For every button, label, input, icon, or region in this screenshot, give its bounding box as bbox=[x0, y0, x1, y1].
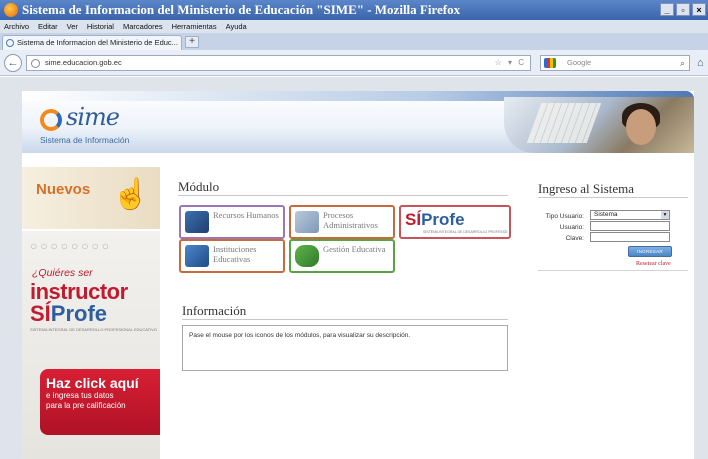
menu-editar[interactable]: Editar bbox=[38, 22, 58, 31]
cta-line3: para la pre calificación bbox=[46, 401, 126, 410]
maximize-button[interactable]: ▫ bbox=[676, 3, 690, 16]
resetear-clave-link[interactable]: Resetear clave bbox=[636, 261, 671, 267]
siprofe-promo: ○○○○○○○○ ¿Quiéres ser instructor SÍProfe… bbox=[22, 231, 160, 459]
menu-marcadores[interactable]: Marcadores bbox=[123, 22, 163, 31]
window-title: Sistema de Informacion del Ministerio de… bbox=[22, 2, 461, 17]
menu-archivo[interactable]: Archivo bbox=[4, 22, 29, 31]
notebook-image bbox=[526, 103, 602, 143]
siprofe-module-logo: SÍProfe bbox=[405, 210, 465, 230]
informacion-heading: Información bbox=[182, 303, 247, 318]
back-button[interactable]: ← bbox=[4, 54, 22, 72]
window-titlebar: Sistema de Informacion del Ministerio de… bbox=[0, 0, 708, 20]
menu-bar: Archivo Editar Ver Historial Marcadores … bbox=[0, 20, 708, 33]
clave-label: Clave: bbox=[565, 235, 584, 242]
logo-circle-icon bbox=[40, 109, 62, 131]
module-instituciones-educativas[interactable]: Instituciones Educativas bbox=[179, 239, 285, 273]
ingresar-button[interactable]: INGRESAR bbox=[628, 246, 672, 257]
page-viewport: sime Sistema de Información Nuevos ☝ ○○○… bbox=[0, 77, 708, 459]
url-bar[interactable]: sime.educacion.gob.ec ☆ ▾ C bbox=[26, 55, 531, 71]
people-icon bbox=[185, 211, 209, 233]
tab-bar: Sistema de Informacion del Ministerio de… bbox=[0, 33, 708, 50]
tipo-usuario-select[interactable]: Sistema ▼ bbox=[590, 210, 670, 220]
siprofe-profe: Profe bbox=[50, 301, 108, 326]
module-procesos-administrativos[interactable]: Procesos Administrativos bbox=[289, 205, 395, 239]
login-divider bbox=[538, 197, 688, 198]
nuevos-banner[interactable]: Nuevos ☝ bbox=[22, 167, 160, 229]
search-icon[interactable]: ⌕ bbox=[680, 56, 685, 70]
puzzle-icon bbox=[295, 245, 319, 267]
menu-ayuda[interactable]: Ayuda bbox=[226, 22, 247, 31]
tab-label: Sistema de Informacion del Ministerio de… bbox=[17, 38, 178, 47]
module-recursos-humanos[interactable]: Recursos Humanos bbox=[179, 205, 285, 239]
navigation-bar: ← sime.educacion.gob.ec ☆ ▾ C Google ⌕ ⌂ bbox=[0, 50, 708, 76]
firefox-icon bbox=[4, 3, 18, 17]
cta-line2: e ingresa tus datos bbox=[46, 391, 114, 400]
globe-icon bbox=[31, 59, 40, 68]
google-icon[interactable] bbox=[544, 58, 556, 68]
module-gestion-educativa[interactable]: Gestión Educativa bbox=[289, 239, 395, 273]
module-label: Gestión Educativa bbox=[323, 244, 386, 254]
siprofe-profe: Profe bbox=[421, 210, 465, 229]
tipo-usuario-value: Sistema bbox=[594, 211, 618, 218]
module-label: Recursos Humanos bbox=[213, 210, 279, 220]
minimize-button[interactable]: _ bbox=[660, 3, 674, 16]
building-icon bbox=[185, 245, 209, 267]
window-controls: _ ▫ × bbox=[660, 3, 706, 16]
module-label: Procesos Administrativos bbox=[323, 210, 378, 230]
clave-input[interactable] bbox=[590, 232, 670, 242]
search-placeholder: Google bbox=[567, 58, 592, 67]
notebook-rings-decoration: ○○○○○○○○ bbox=[30, 239, 112, 253]
tipo-usuario-label: Tipo Usuario: bbox=[545, 213, 584, 220]
sime-logo[interactable]: sime Sistema de Información bbox=[40, 103, 180, 147]
siprofe-si: SÍ bbox=[30, 301, 51, 326]
modulo-divider bbox=[178, 195, 508, 196]
header-photo bbox=[504, 97, 694, 153]
url-controls[interactable]: ☆ ▾ C bbox=[495, 56, 526, 70]
siprofe-logo: SÍProfe bbox=[30, 301, 107, 327]
chevron-down-icon[interactable]: ▼ bbox=[661, 211, 669, 219]
usuario-input[interactable] bbox=[590, 221, 670, 231]
sime-page: sime Sistema de Información Nuevos ☝ ○○○… bbox=[22, 91, 694, 459]
tab-sime[interactable]: Sistema de Informacion del Ministerio de… bbox=[2, 35, 182, 50]
pre-calificacion-button[interactable]: Haz click aquí e ingresa tus datos para … bbox=[40, 369, 160, 435]
informacion-box: Pase el mouse por los iconos de los módu… bbox=[182, 325, 508, 371]
nuevos-label: Nuevos bbox=[36, 181, 91, 198]
siprofe-module-caption: SISTEMA INTEGRAL DE DESARROLLO PROFESION… bbox=[423, 230, 507, 234]
pointing-hand-icon: ☝ bbox=[112, 178, 150, 211]
logo-text: sime bbox=[66, 103, 120, 131]
informacion-divider bbox=[182, 319, 508, 320]
cta-line1: Haz click aquí bbox=[46, 375, 139, 391]
menu-herramientas[interactable]: Herramientas bbox=[172, 22, 217, 31]
search-bar[interactable]: Google ⌕ bbox=[540, 55, 690, 71]
logo-subtitle: Sistema de Información bbox=[40, 135, 130, 145]
documents-icon bbox=[295, 211, 319, 233]
login-bottom-divider bbox=[538, 270, 688, 271]
page-header: sime Sistema de Información bbox=[22, 91, 694, 153]
module-siprofe[interactable]: SÍProfe SISTEMA INTEGRAL DE DESARROLLO P… bbox=[399, 205, 511, 239]
new-tab-button[interactable]: + bbox=[185, 36, 199, 48]
menu-ver[interactable]: Ver bbox=[67, 22, 78, 31]
siprofe-si: SÍ bbox=[405, 210, 422, 229]
left-column: Nuevos ☝ ○○○○○○○○ ¿Quiéres ser instructo… bbox=[22, 167, 160, 459]
module-label: Instituciones Educativas bbox=[213, 244, 257, 264]
home-icon[interactable]: ⌂ bbox=[697, 57, 704, 69]
modulo-heading: Módulo bbox=[178, 179, 220, 194]
informacion-text: Pase el mouse por los iconos de los módu… bbox=[189, 332, 411, 339]
student-image bbox=[626, 109, 656, 145]
siprofe-caption: SISTEMA INTEGRAL DE DESARROLLO PROFESION… bbox=[30, 327, 157, 332]
promo-question: ¿Quiéres ser bbox=[32, 267, 93, 279]
menu-historial[interactable]: Historial bbox=[87, 22, 114, 31]
page-icon bbox=[6, 39, 14, 47]
login-heading: Ingreso al Sistema bbox=[538, 181, 635, 196]
usuario-label: Usuario: bbox=[559, 224, 584, 231]
url-text: sime.educacion.gob.ec bbox=[45, 58, 122, 67]
close-button[interactable]: × bbox=[692, 3, 706, 16]
